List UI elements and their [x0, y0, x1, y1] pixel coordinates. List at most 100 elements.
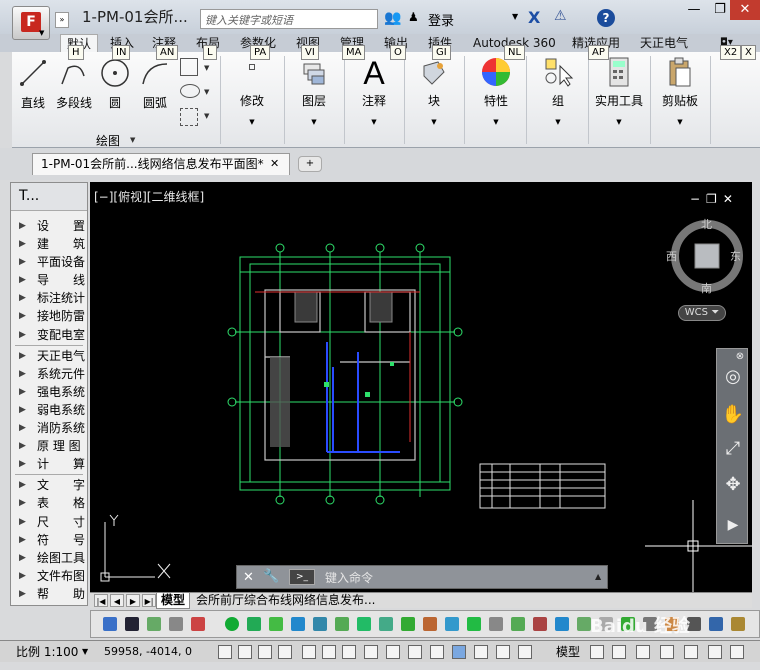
zoom-extents-icon[interactable]: ⤢: [721, 437, 745, 461]
application-menu-button[interactable]: F ▼: [12, 6, 50, 40]
compass-east[interactable]: 东: [730, 248, 741, 264]
toolbar-icon[interactable]: [147, 617, 161, 631]
chevron-down-icon[interactable]: ▼: [204, 112, 209, 120]
hardware-acceleration-icon[interactable]: [708, 645, 722, 659]
steering-wheel-icon[interactable]: ◎: [721, 365, 745, 389]
annotation-scale[interactable]: 比例 1:100: [16, 641, 78, 663]
palette-item-system-element[interactable]: ▶ 系统元件: [11, 365, 87, 383]
toolbar-icon[interactable]: [313, 617, 327, 631]
palette-item-table[interactable]: ▶ 表 格: [11, 494, 87, 512]
toolbar-icon[interactable]: [533, 617, 547, 631]
palette-item-substation[interactable]: ▶ 变配电室: [11, 326, 87, 344]
chevron-down-icon[interactable]: ▼: [204, 64, 209, 72]
pan-hand-icon[interactable]: ✋: [721, 403, 745, 427]
quick-view-drawings-icon[interactable]: [612, 645, 626, 659]
save-icon[interactable]: [125, 617, 139, 631]
polar-tracking-icon[interactable]: [302, 645, 316, 659]
search-input[interactable]: 键入关键字或短语: [200, 9, 378, 29]
workspace-switch-icon[interactable]: [660, 645, 674, 659]
compass-south[interactable]: 南: [701, 280, 712, 296]
wrench-icon[interactable]: 🔧: [263, 569, 279, 584]
palette-item-help[interactable]: ▶ 帮 助: [11, 585, 87, 603]
toolbar-icon[interactable]: [379, 617, 393, 631]
login-button[interactable]: 登录: [428, 10, 454, 29]
palette-item-wire[interactable]: ▶ 导 线: [11, 271, 87, 289]
chevron-down-icon[interactable]: ▼: [82, 641, 88, 663]
quick-view-layouts-icon[interactable]: [590, 645, 604, 659]
toolbar-icon[interactable]: [357, 617, 371, 631]
annotation-monitor-icon[interactable]: [518, 645, 532, 659]
annotation-scale-icon[interactable]: [636, 645, 650, 659]
grid-display-icon[interactable]: [258, 645, 272, 659]
object-snap-icon[interactable]: [322, 645, 336, 659]
autodesk-icon[interactable]: ⚠: [554, 8, 567, 24]
close-tab-icon[interactable]: ✕: [270, 157, 279, 170]
palette-title[interactable]: T...: [11, 183, 87, 211]
3d-osnap-icon[interactable]: [342, 645, 356, 659]
toolbar-icon[interactable]: [169, 617, 183, 631]
tab-tianzheng-electric[interactable]: 天正电气: [640, 34, 688, 52]
palette-item-annotation-stats[interactable]: ▶ 标注统计: [11, 289, 87, 307]
document-tab[interactable]: 1-PM-01会所前...线网络信息发布平面图*: [32, 153, 290, 175]
help-button[interactable]: ?: [597, 9, 615, 27]
toolbar-icon[interactable]: [709, 617, 723, 631]
circle-button[interactable]: 圆: [98, 58, 132, 114]
palette-item-drawing-tools[interactable]: ▶ 绘图工具: [11, 549, 87, 567]
palette-item-text[interactable]: ▶ 文 字: [11, 476, 87, 494]
next-layout-icon[interactable]: ▶: [126, 594, 140, 607]
model-space-label[interactable]: 模型: [556, 641, 580, 663]
last-layout-icon[interactable]: ▶|: [142, 594, 156, 607]
palette-item-settings[interactable]: ▶ 设 置: [11, 217, 87, 235]
wcs-menu[interactable]: WCS ⏷: [678, 305, 726, 321]
toolbar-icon[interactable]: [445, 617, 459, 631]
palette-item-grounding[interactable]: ▶ 接地防雷: [11, 307, 87, 325]
clipboard-button[interactable]: 剪贴板 ▼: [658, 56, 702, 136]
hatch-icon[interactable]: [180, 108, 198, 126]
viewcube[interactable]: 北 南 东 西: [666, 214, 748, 298]
toolbar-icon[interactable]: [225, 617, 239, 631]
layers-button[interactable]: 图层 ▼: [294, 58, 334, 138]
chevron-up-icon[interactable]: ▲: [595, 572, 601, 581]
palette-item-calculation[interactable]: ▶ 计 算: [11, 455, 87, 473]
lock-icon[interactable]: [684, 645, 698, 659]
toolbar-icon[interactable]: [335, 617, 349, 631]
palette-item-schematic[interactable]: ▶ 原 理 图: [11, 437, 87, 455]
toolbar-icon[interactable]: [423, 617, 437, 631]
quick-properties-icon[interactable]: [474, 645, 488, 659]
toolbar-icon[interactable]: [191, 617, 205, 631]
palette-item-building[interactable]: ▶ 建 筑: [11, 235, 87, 253]
palette-item-file-layout[interactable]: ▶ 文件布图: [11, 567, 87, 585]
first-layout-icon[interactable]: |◀: [94, 594, 108, 607]
dynamic-ucs-icon[interactable]: [386, 645, 400, 659]
command-prompt-icon[interactable]: >_: [289, 569, 315, 585]
ortho-mode-icon[interactable]: [278, 645, 292, 659]
line-button[interactable]: 直线: [16, 58, 50, 114]
lineweight-icon[interactable]: [430, 645, 444, 659]
palette-item-fire-system[interactable]: ▶ 消防系统: [11, 419, 87, 437]
new-tab-button[interactable]: +: [298, 156, 322, 172]
close-icon[interactable]: ✕: [243, 570, 254, 585]
orbit-icon[interactable]: ✥: [721, 473, 745, 497]
dynamic-input-icon[interactable]: [408, 645, 422, 659]
modify-button[interactable]: 修改 ▼: [232, 58, 272, 138]
palette-item-strong-current[interactable]: ▶ 强电系统: [11, 383, 87, 401]
command-input[interactable]: 键入命令: [325, 569, 373, 586]
toolbar-icon[interactable]: [103, 617, 117, 631]
exchange-apps-icon[interactable]: X: [528, 8, 540, 27]
compass-north[interactable]: 北: [701, 216, 712, 232]
toolbar-icon[interactable]: [555, 617, 569, 631]
tab-layout-sheet[interactable]: 会所前厅综合布线网络信息发布...: [196, 593, 375, 608]
properties-button[interactable]: 特性 ▼: [476, 56, 516, 136]
snap-mode-icon[interactable]: [238, 645, 252, 659]
binoculars-icon[interactable]: 👥: [384, 10, 404, 28]
command-line[interactable]: ✕ 🔧 >_ 键入命令 ▲: [236, 565, 608, 589]
infer-constraints-icon[interactable]: [218, 645, 232, 659]
palette-item-plan-device[interactable]: ▶ 平面设备: [11, 253, 87, 271]
chevron-down-icon[interactable]: ▼: [130, 136, 135, 144]
toolbar-icon[interactable]: [291, 617, 305, 631]
palette-item-symbol[interactable]: ▶ 符 号: [11, 531, 87, 549]
chevron-down-icon[interactable]: ▼: [204, 88, 209, 96]
palette-item-dimension[interactable]: ▶ 尺 寸: [11, 513, 87, 531]
tab-model[interactable]: 模型: [156, 593, 191, 609]
toolbar-icon[interactable]: [269, 617, 283, 631]
